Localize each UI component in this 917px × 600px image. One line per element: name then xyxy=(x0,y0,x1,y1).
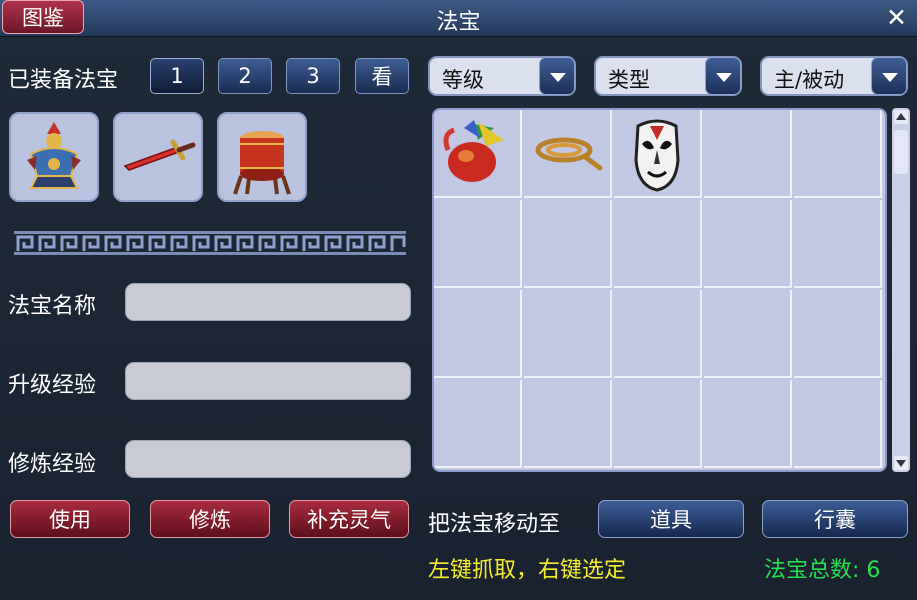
upgrade-label: 升级经验 xyxy=(8,373,97,398)
cultivate-label: 修炼经验 xyxy=(8,452,97,477)
grid-cell[interactable] xyxy=(614,290,702,378)
scroll-up-icon[interactable] xyxy=(894,110,908,124)
hint-text: 左键抓取，右键选定 xyxy=(428,558,627,583)
move-to-bag-button[interactable]: 行囊 xyxy=(762,500,908,538)
equipped-slot-1[interactable] xyxy=(9,112,99,202)
grid-cell[interactable] xyxy=(704,200,792,288)
red-drum-icon xyxy=(233,131,291,195)
grid-cell[interactable] xyxy=(524,290,612,378)
treasure-window: 图鉴 法宝 ✕ 已装备法宝 1 2 3 看 等级 类型 主/被动 法宝名称 升级… xyxy=(0,0,917,600)
move-to-items-button[interactable]: 道具 xyxy=(598,500,744,538)
equip-tab-3[interactable]: 3 xyxy=(286,58,340,94)
grid-cell[interactable] xyxy=(794,380,882,468)
use-button[interactable]: 使用 xyxy=(10,500,130,538)
grid-cell[interactable] xyxy=(704,290,792,378)
name-label: 法宝名称 xyxy=(8,294,97,319)
equip-tab-2[interactable]: 2 xyxy=(218,58,272,94)
grid-cell[interactable] xyxy=(794,290,882,378)
level-dropdown[interactable]: 等级 xyxy=(428,56,576,96)
chevron-down-icon[interactable] xyxy=(705,57,741,95)
name-field xyxy=(125,283,411,321)
grid-cell[interactable] xyxy=(434,290,522,378)
scroll-thumb[interactable] xyxy=(894,130,908,174)
view-button[interactable]: 看 xyxy=(355,58,409,94)
equip-tab-1[interactable]: 1 xyxy=(150,58,204,94)
flag-gourd-icon xyxy=(443,120,504,182)
cultivate-button[interactable]: 修炼 xyxy=(150,500,270,538)
grid-cell[interactable] xyxy=(434,110,522,198)
equipped-slot-2[interactable] xyxy=(113,112,203,202)
grid-cell[interactable] xyxy=(524,110,612,198)
recharge-button[interactable]: 补充灵气 xyxy=(289,500,409,538)
equipped-slot-3[interactable] xyxy=(217,112,307,202)
window-title: 法宝 xyxy=(436,10,481,35)
treasure-grid xyxy=(432,108,887,472)
scroll-down-icon[interactable] xyxy=(894,456,908,470)
grid-cell[interactable] xyxy=(614,380,702,468)
grid-cell[interactable] xyxy=(794,200,882,288)
upgrade-exp-field xyxy=(125,362,411,400)
grid-cell[interactable] xyxy=(524,380,612,468)
opera-mask-icon xyxy=(634,119,680,192)
armored-figure-icon xyxy=(27,122,81,189)
close-icon[interactable]: ✕ xyxy=(886,3,907,32)
red-sword-icon xyxy=(123,139,196,171)
treasure-total: 法宝总数: 6 xyxy=(764,558,881,583)
cultivate-exp-field xyxy=(125,440,411,478)
grid-cell[interactable] xyxy=(524,200,612,288)
equipped-label: 已装备法宝 xyxy=(8,68,119,93)
grid-cell[interactable] xyxy=(434,200,522,288)
grid-scrollbar[interactable] xyxy=(892,108,910,472)
title-bar: 图鉴 法宝 ✕ xyxy=(0,0,917,37)
type-dropdown-label: 类型 xyxy=(608,68,650,92)
mode-dropdown[interactable]: 主/被动 xyxy=(760,56,908,96)
chevron-down-icon[interactable] xyxy=(539,57,575,95)
grid-cell[interactable] xyxy=(434,380,522,468)
grid-cell[interactable] xyxy=(614,110,702,198)
chevron-down-icon[interactable] xyxy=(871,57,907,95)
coiled-rope-icon xyxy=(535,137,603,171)
move-to-label: 把法宝移动至 xyxy=(428,512,561,537)
grid-cell[interactable] xyxy=(794,110,882,198)
grid-cell[interactable] xyxy=(614,200,702,288)
mode-dropdown-label: 主/被动 xyxy=(774,68,845,92)
grid-cell[interactable] xyxy=(704,110,792,198)
type-dropdown[interactable]: 类型 xyxy=(594,56,742,96)
fret-pattern-divider xyxy=(14,231,406,255)
level-dropdown-label: 等级 xyxy=(442,68,484,92)
grid-cell[interactable] xyxy=(704,380,792,468)
